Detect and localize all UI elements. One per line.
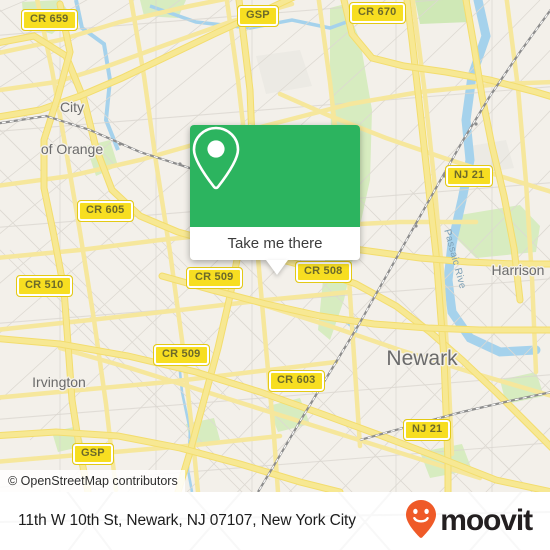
moovit-map-screen: .road-major { stroke:#f3dd6e; stroke-wid…	[0, 0, 550, 550]
moovit-wordmark: moovit	[440, 504, 533, 537]
address-label: 11th W 10th St, Newark, NJ 07107, New Yo…	[18, 512, 356, 529]
take-me-there-popup[interactable]: Take me there	[190, 125, 360, 275]
popup-pointer-tail	[266, 260, 288, 275]
map-canvas[interactable]: .road-major { stroke:#f3dd6e; stroke-wid…	[0, 0, 550, 492]
osm-attribution[interactable]: © OpenStreetMap contributors	[0, 470, 185, 492]
bottom-info-bar: 11th W 10th St, Newark, NJ 07107, New Yo…	[0, 492, 550, 550]
take-me-there-button[interactable]: Take me there	[190, 227, 360, 260]
moovit-smiley-pin-icon	[404, 499, 438, 544]
moovit-logo: moovit	[404, 499, 533, 544]
popup-header	[190, 125, 360, 227]
take-me-there-label: Take me there	[227, 235, 323, 252]
